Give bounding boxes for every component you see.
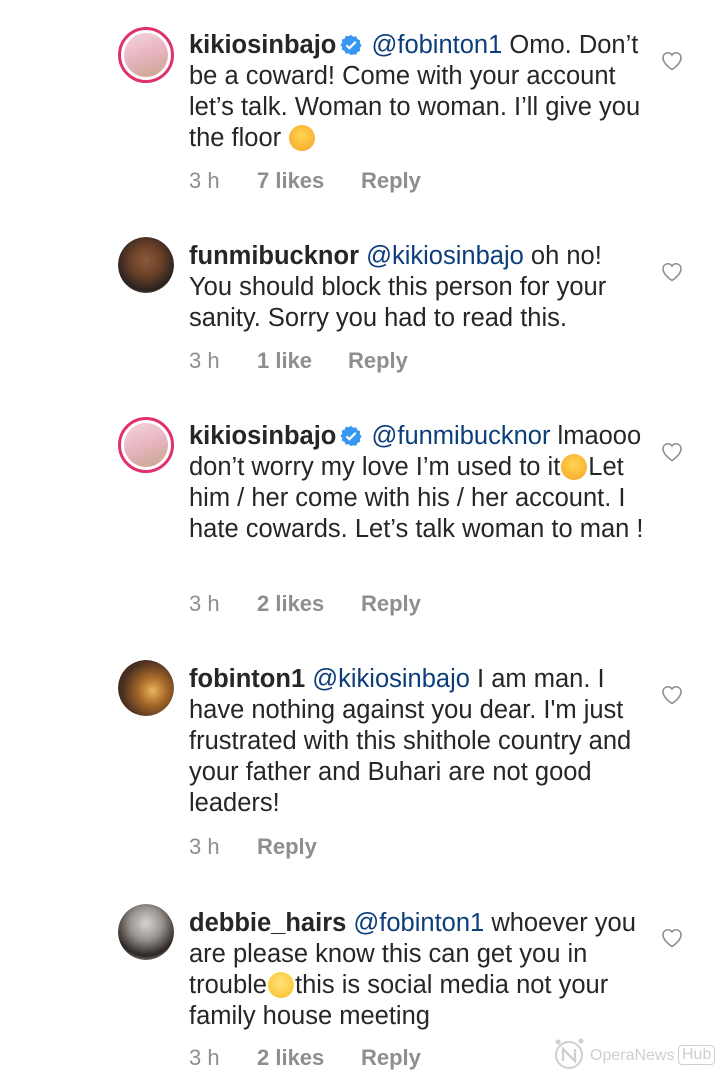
- comment-likes[interactable]: 2 likes: [257, 1045, 324, 1071]
- comment-mention[interactable]: @funmibucknor: [371, 422, 550, 450]
- reply-button[interactable]: Reply: [348, 348, 408, 374]
- avatar[interactable]: [118, 660, 174, 716]
- comment-mention[interactable]: @kikiosinbajo: [366, 242, 524, 270]
- reply-button[interactable]: Reply: [361, 168, 421, 194]
- comment-text: debbie_hairs @fobinton1 whoever you are …: [189, 908, 649, 1032]
- comment-username[interactable]: funmibucknor: [189, 242, 359, 270]
- verified-badge-icon: [340, 425, 363, 447]
- comment-time: 3 h: [189, 348, 220, 373]
- comment-username[interactable]: kikiosinbajo: [189, 422, 336, 450]
- reply-button[interactable]: Reply: [361, 591, 421, 617]
- face-savoring-food-emoji-icon: [561, 454, 588, 480]
- heart-icon[interactable]: [660, 260, 684, 282]
- comment-body: oh no!: [523, 242, 602, 270]
- heart-icon[interactable]: [660, 926, 684, 948]
- reply-button[interactable]: Reply: [257, 834, 317, 860]
- comment-username[interactable]: fobinton1: [189, 665, 305, 693]
- verified-badge-icon: [340, 34, 363, 56]
- comment-body: I am man.: [469, 665, 591, 693]
- comment-likes[interactable]: 7 likes: [257, 168, 324, 194]
- comment-username[interactable]: kikiosinbajo: [189, 31, 336, 59]
- comment-body: Omo.: [502, 31, 572, 59]
- comment-time: 3 h: [189, 834, 220, 859]
- comment-likes[interactable]: 2 likes: [257, 591, 324, 617]
- opera-news-logo-icon: [555, 1038, 584, 1069]
- comment-time: 3 h: [189, 168, 220, 193]
- reply-button[interactable]: Reply: [361, 1045, 421, 1071]
- watermark-badge: Hub: [678, 1045, 716, 1065]
- comment-text: kikiosinbajo @funmibucknor lmaooo don’t …: [189, 421, 649, 545]
- comment-mention[interactable]: @fobinton1: [371, 31, 502, 59]
- pleading-face-emoji-icon: [267, 972, 294, 998]
- comment-username[interactable]: debbie_hairs: [189, 909, 346, 937]
- comment-text: kikiosinbajo @fobinton1 Omo. Don’t be a …: [189, 30, 649, 154]
- avatar[interactable]: [118, 417, 174, 473]
- comment-body: You should block this person for your sa…: [189, 273, 607, 332]
- comment-time: 3 h: [189, 1045, 220, 1070]
- avatar[interactable]: [118, 27, 174, 83]
- comment-text: funmibucknor @kikiosinbajo oh no! You sh…: [189, 241, 649, 334]
- comment-mention[interactable]: @kikiosinbajo: [312, 665, 470, 693]
- hugging-face-emoji-icon: [289, 125, 316, 151]
- watermark-text: OperaNews: [590, 1047, 675, 1064]
- comment-text: fobinton1 @kikiosinbajo I am man. I have…: [189, 664, 649, 819]
- heart-icon[interactable]: [660, 683, 684, 705]
- comment-time: 3 h: [189, 591, 220, 616]
- comment-likes[interactable]: 1 like: [257, 348, 312, 374]
- heart-icon[interactable]: [660, 49, 684, 71]
- avatar[interactable]: [118, 237, 174, 293]
- watermark: OperaNews Hub: [552, 1034, 716, 1074]
- heart-icon[interactable]: [660, 440, 684, 462]
- comment-mention[interactable]: @fobinton1: [353, 909, 484, 937]
- avatar[interactable]: [118, 904, 174, 960]
